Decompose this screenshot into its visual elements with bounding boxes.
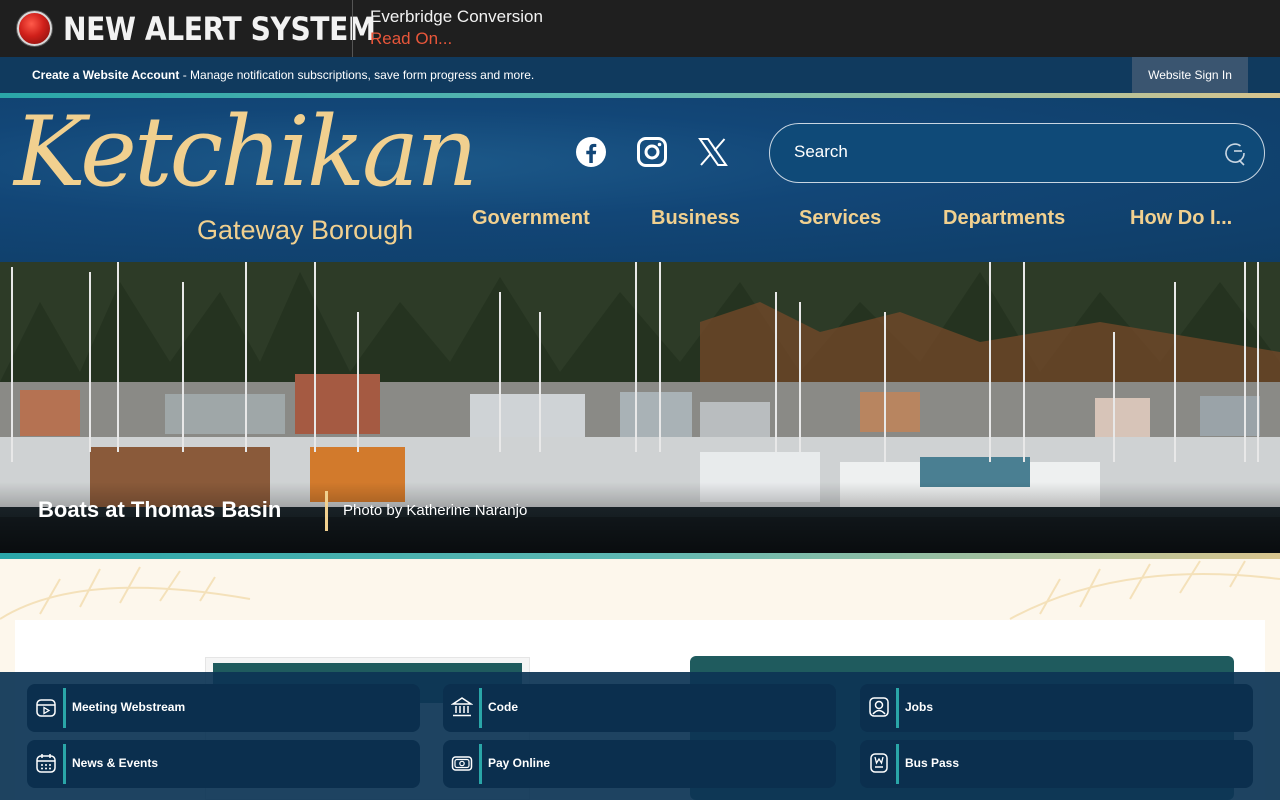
hero-caption-credit: Photo by Katherine Naranjo <box>343 502 528 519</box>
building-columns-icon <box>451 697 473 717</box>
search-input[interactable] <box>794 142 1214 162</box>
create-account-link[interactable]: Create a Website Account <box>32 68 179 82</box>
quick-link-pay-online[interactable]: Pay Online <box>443 740 836 788</box>
account-description: - Manage notification subscriptions, sav… <box>179 68 535 82</box>
alert-bar: NEW ALERT SYSTEM Everbridge Conversion R… <box>0 0 1280 57</box>
quick-link-label: Meeting Webstream <box>72 700 186 714</box>
quick-link-news-events[interactable]: News & Events <box>27 740 420 788</box>
account-bar: Create a Website Account - Manage notifi… <box>0 57 1280 93</box>
quick-link-jobs[interactable]: Jobs <box>860 684 1253 732</box>
calendar-icon <box>36 754 56 773</box>
quick-link-label: Pay Online <box>488 756 551 770</box>
alert-title: NEW ALERT SYSTEM <box>63 10 376 48</box>
quick-link-accent <box>63 744 66 784</box>
quick-link-bus-pass[interactable]: Bus Pass <box>860 740 1253 788</box>
x-icon[interactable] <box>697 136 729 168</box>
instagram-icon[interactable] <box>636 136 668 168</box>
alert-icon <box>17 11 52 46</box>
alert-divider <box>352 0 353 57</box>
search-icon[interactable] <box>1222 140 1248 166</box>
website-sign-in-button[interactable]: Website Sign In <box>1132 57 1248 93</box>
money-icon <box>451 756 473 771</box>
quick-link-accent <box>479 688 482 728</box>
quick-link-label: Jobs <box>905 700 934 714</box>
facebook-icon[interactable] <box>575 136 607 168</box>
quick-link-label: News & Events <box>72 756 159 770</box>
account-notice: Create a Website Account - Manage notifi… <box>32 68 534 82</box>
alert-message: Everbridge Conversion <box>370 7 543 26</box>
nav-services[interactable]: Services <box>799 207 881 230</box>
nav-how-do-i[interactable]: How Do I... <box>1130 207 1232 230</box>
logo-subtitle[interactable]: Gateway Borough <box>197 215 413 246</box>
quick-link-label: Bus Pass <box>905 756 960 770</box>
quick-link-label: Code <box>488 700 518 714</box>
hero-caption-title: Boats at Thomas Basin <box>38 497 282 522</box>
hero-caption-divider <box>325 491 328 531</box>
search-box <box>769 123 1265 183</box>
nav-departments[interactable]: Departments <box>943 207 1065 230</box>
nav-government[interactable]: Government <box>472 207 590 230</box>
alert-read-on-link[interactable]: Read On... <box>370 29 452 49</box>
quick-link-accent <box>63 688 66 728</box>
nav-business[interactable]: Business <box>651 207 740 230</box>
person-badge-icon <box>869 697 889 717</box>
quick-link-accent <box>896 744 899 784</box>
quick-link-code[interactable]: Code <box>443 684 836 732</box>
quick-link-accent <box>479 744 482 784</box>
video-calendar-icon <box>36 699 56 717</box>
quick-link-meeting-webstream[interactable]: Meeting Webstream <box>27 684 420 732</box>
logo-script[interactable]: Ketchikan <box>14 104 478 200</box>
bus-pass-icon <box>870 753 888 773</box>
quick-link-accent <box>896 688 899 728</box>
fern-decoration <box>0 560 1280 620</box>
